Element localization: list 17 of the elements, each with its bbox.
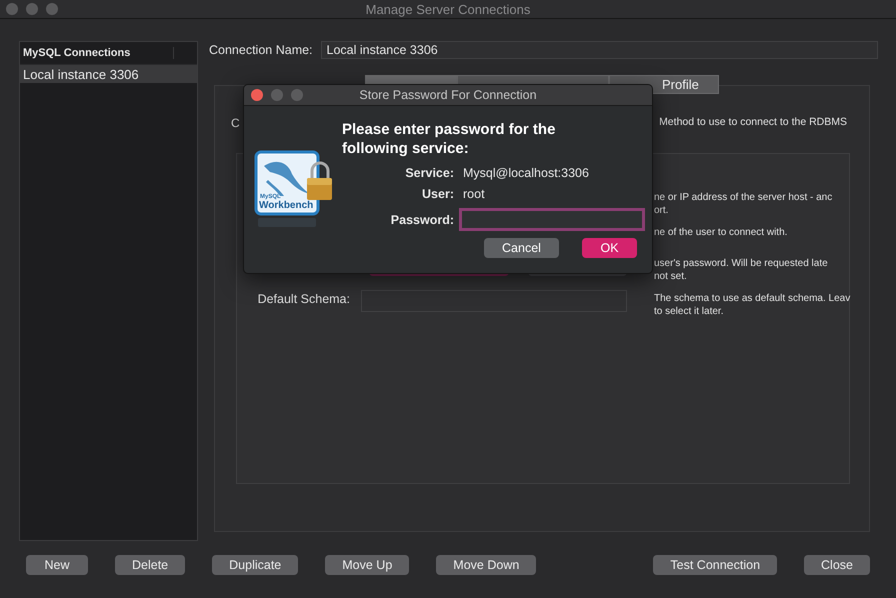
field-label: Connection Name:	[209, 43, 313, 57]
field-description: The schema to use as default schema. Leav to select it later.	[654, 292, 850, 318]
list-header: MySQL Connections	[20, 47, 174, 59]
field-value: Mysql@localhost:3306	[463, 166, 590, 180]
dialog-title: Store Password For Connection	[359, 88, 537, 102]
field-label: Service:	[404, 166, 454, 180]
field-label: Default Schema:	[256, 291, 350, 306]
field-label: Password:	[390, 212, 454, 226]
field-value: root	[463, 187, 486, 201]
dialog-heading: Please enter password for the following service:	[342, 120, 556, 158]
field-description: Method to use to connect to the RDBMS	[659, 116, 847, 130]
window-title: Manage Server Connections	[366, 2, 530, 16]
field-description: ne of the user to connect with.	[654, 226, 788, 239]
field-description: ne or IP address of the server host - anc ort.	[654, 191, 832, 217]
field-label: C	[231, 116, 240, 130]
field-description: user's password. Will be requested late not set.	[654, 257, 828, 283]
field-label: User:	[421, 187, 454, 201]
